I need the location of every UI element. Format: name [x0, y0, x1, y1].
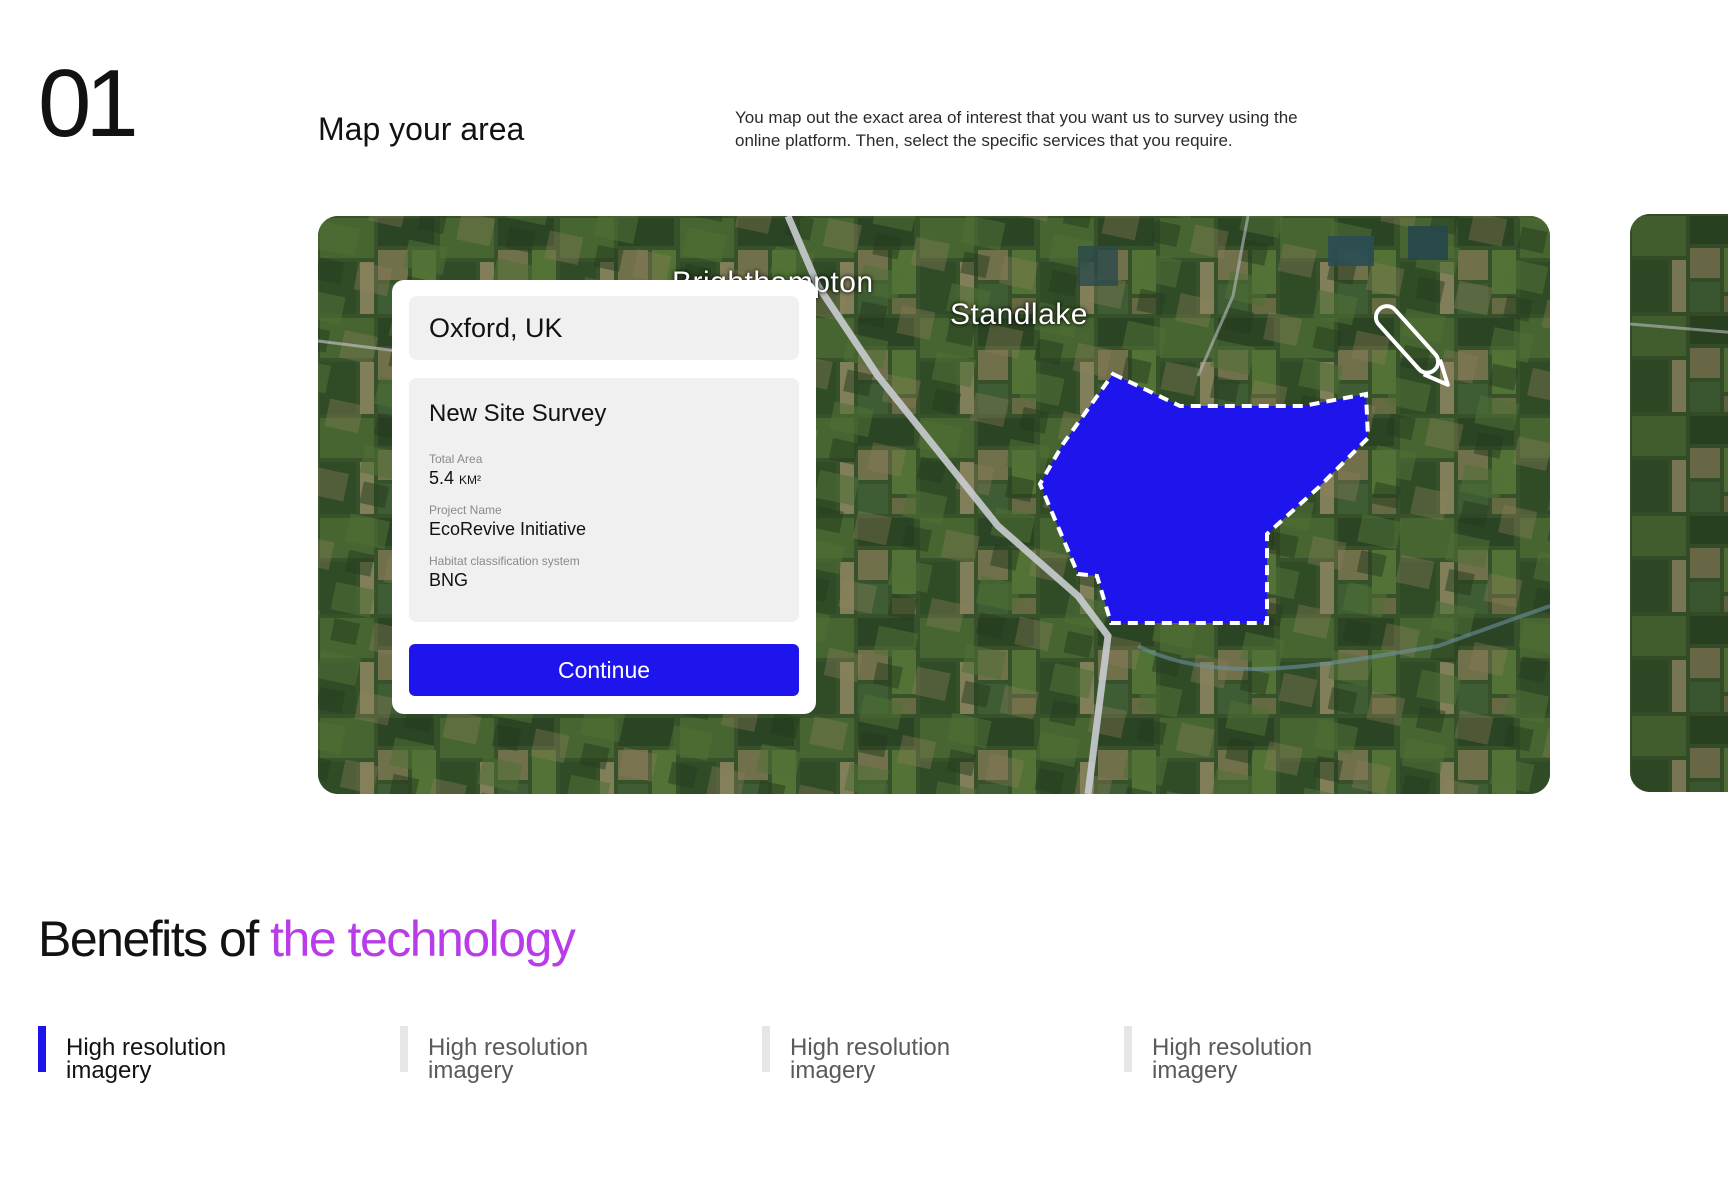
page: 01 Map your area You map out the exact a… — [0, 0, 1728, 1180]
benefit-indicator — [400, 1026, 408, 1072]
project-name-value: EcoRevive Initiative — [429, 519, 587, 539]
benefit-tab-2[interactable]: High resolution imagery — [400, 1026, 700, 1083]
benefit-label: High resolution imagery — [790, 1034, 951, 1084]
map-label-standlake: Standlake — [950, 298, 1088, 331]
benefit-indicator — [762, 1026, 770, 1072]
benefits-heading-prefix: Benefits of — [38, 911, 271, 967]
benefit-tab-4[interactable]: High resolution imagery — [1124, 1026, 1424, 1083]
habitat-label: Habitat classification system — [429, 554, 580, 568]
lake — [1328, 236, 1374, 266]
project-name-label: Project Name — [429, 503, 502, 517]
benefit-indicator — [1124, 1026, 1132, 1072]
total-area-unit: KM² — [459, 473, 482, 487]
step-number: 01 — [38, 50, 139, 157]
step-title: Map your area — [318, 111, 525, 147]
benefits-heading: Benefits of the technology — [38, 910, 576, 968]
location-input[interactable] — [409, 296, 799, 360]
next-slide-preview[interactable] — [1630, 214, 1728, 792]
habitat-value: BNG — [429, 570, 469, 590]
total-area-number: 5.4 — [429, 468, 455, 488]
survey-title: New Site Survey — [429, 400, 607, 427]
benefit-label: High resolution imagery — [1152, 1034, 1313, 1084]
benefit-label: High resolution imagery — [66, 1034, 227, 1084]
total-area-label: Total Area — [429, 452, 483, 466]
survey-details-card: New Site Survey Total Area 5.4 KM² Proje… — [409, 378, 799, 622]
benefit-label: High resolution imagery — [428, 1034, 589, 1084]
benefits-heading-accent: the technology — [270, 911, 576, 967]
survey-panel: New Site Survey Total Area 5.4 KM² Proje… — [392, 280, 816, 714]
benefit-indicator — [38, 1026, 46, 1072]
satellite-map-preview — [1630, 214, 1728, 792]
benefit-tab-3[interactable]: High resolution imagery — [762, 1026, 1062, 1083]
step-description: You map out the exact area of interest t… — [735, 108, 1298, 150]
continue-button[interactable]: Continue — [409, 644, 799, 696]
benefit-tab-1[interactable]: High resolution imagery — [38, 1026, 338, 1083]
total-area-value: 5.4 KM² — [429, 468, 481, 489]
